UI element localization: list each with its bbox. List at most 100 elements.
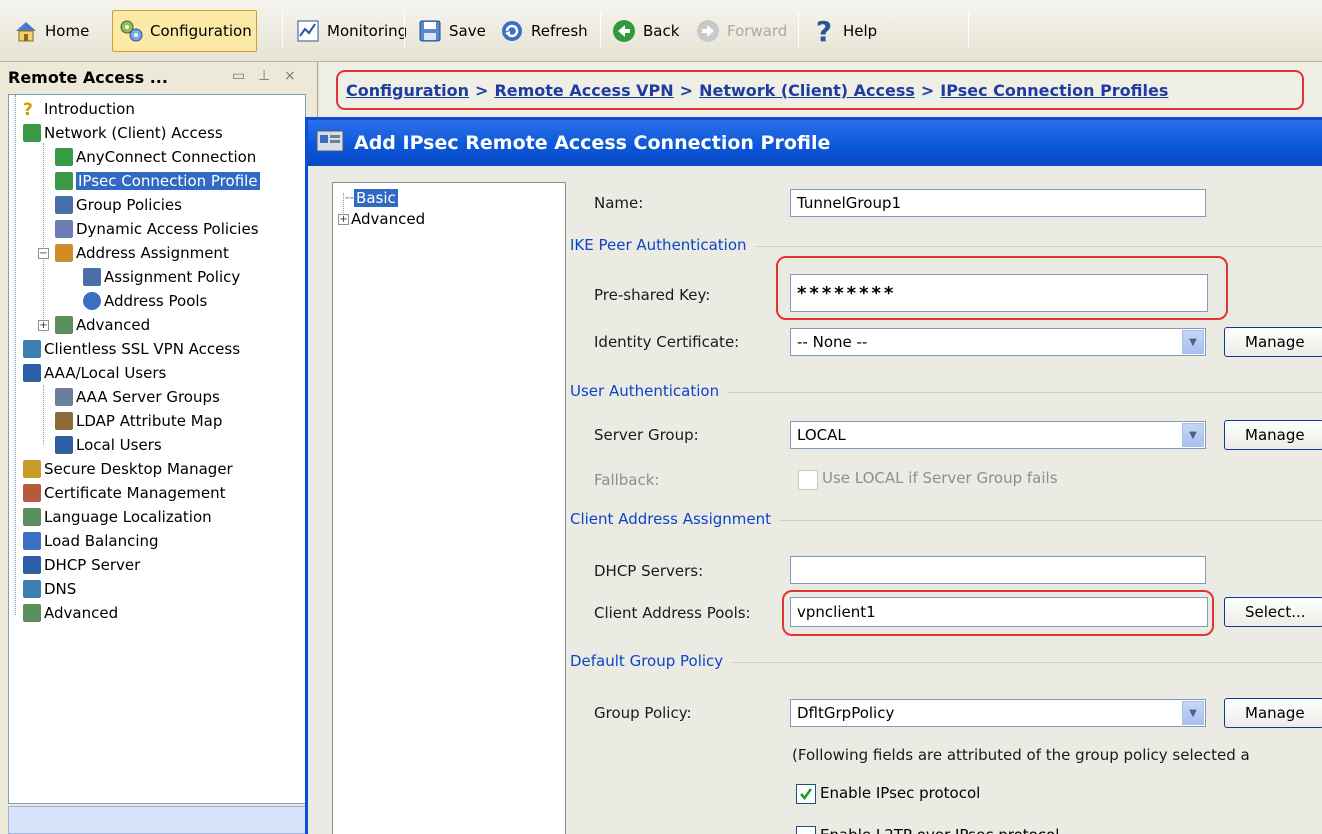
chevron-down-icon: ▼ [1182, 330, 1204, 354]
tree-item-label: Advanced [76, 316, 151, 334]
tree-item-advanced[interactable]: Advanced [55, 313, 150, 337]
enable-l2tp-checkbox[interactable] [796, 826, 816, 834]
tree-item-local-users[interactable]: Local Users [55, 433, 162, 457]
tree-item-introduction[interactable]: ? Introduction [23, 97, 135, 121]
tree-item-label: Introduction [44, 100, 135, 118]
enable-ipsec-checkbox[interactable] [796, 784, 816, 804]
collapse-toggle[interactable]: − [38, 248, 49, 259]
connection-icon [55, 172, 73, 190]
tree-item-label: AAA Server Groups [76, 388, 220, 406]
tree-item-aaa-server-groups[interactable]: AAA Server Groups [55, 385, 220, 409]
tree-item-dynamic-access-policies[interactable]: Dynamic Access Policies [55, 217, 259, 241]
advanced-icon [23, 604, 41, 622]
dns-icon [23, 580, 41, 598]
tree-item-clientless-ssl-vpn[interactable]: Clientless SSL VPN Access [23, 337, 240, 361]
toolbar-divider [404, 12, 405, 48]
name-field[interactable]: TunnelGroup1 [790, 189, 1206, 217]
tree-item-address-pools[interactable]: Address Pools [83, 289, 207, 313]
ike-peer-auth-group-title: IKE Peer Authentication [570, 236, 755, 254]
default-gp-group-title: Default Group Policy [570, 652, 732, 670]
nav-panel-title: Remote Access ... [8, 67, 168, 87]
help-icon: ? [23, 100, 33, 120]
save-button[interactable]: Save [412, 10, 490, 52]
dhcp-icon [23, 556, 41, 574]
manage-group-policy-button[interactable]: Manage [1224, 698, 1322, 728]
dhcp-servers-label: DHCP Servers: [594, 562, 704, 580]
dialog-title-bar[interactable]: Add IPsec Remote Access Connection Profi… [308, 120, 1322, 166]
breadcrumb-separator: > [920, 80, 935, 100]
language-icon [23, 508, 41, 526]
tree-item-ldap-attribute-map[interactable]: LDAP Attribute Map [55, 409, 222, 433]
breadcrumb: Configuration > Remote Access VPN > Netw… [336, 70, 1304, 110]
dialog-tree-label: Advanced [351, 210, 426, 228]
breadcrumb-network-client-access[interactable]: Network (Client) Access [699, 81, 915, 100]
dhcp-servers-field[interactable] [790, 556, 1206, 584]
psk-field[interactable]: ******** [790, 274, 1208, 312]
help-icon: ? [815, 14, 833, 48]
tree-item-aaa-local-users[interactable]: AAA/Local Users [23, 361, 166, 385]
tree-item-label: Certificate Management [44, 484, 226, 502]
back-button[interactable]: Back [606, 10, 683, 52]
breadcrumb-configuration[interactable]: Configuration [346, 81, 469, 100]
pin-icon[interactable]: ⊥ [258, 68, 270, 84]
dialog-title: Add IPsec Remote Access Connection Profi… [354, 132, 831, 154]
identity-cert-select[interactable]: -- None -- ▼ [790, 328, 1206, 356]
manage-cert-button[interactable]: Manage [1224, 327, 1322, 357]
configuration-button[interactable]: Configuration [112, 10, 257, 52]
manage-server-group-button[interactable]: Manage [1224, 420, 1322, 450]
dialog-nav-tree: ╌ Basic + Advanced [332, 182, 566, 834]
nav-panel-header: Remote Access ... ▭ ⊥ × [0, 62, 318, 92]
tree-item-secure-desktop-manager[interactable]: Secure Desktop Manager [23, 457, 233, 481]
tree-item-ipsec-connection-profiles[interactable]: IPsec Connection Profile [55, 169, 260, 193]
user-auth-group-title: User Authentication [570, 382, 728, 400]
tree-line [43, 385, 44, 445]
help-button[interactable]: ? Help [806, 10, 881, 52]
server-group-select[interactable]: LOCAL ▼ [790, 421, 1206, 449]
save-icon [416, 17, 444, 45]
expand-toggle[interactable]: + [338, 214, 349, 225]
breadcrumb-remote-access-vpn[interactable]: Remote Access VPN [494, 81, 673, 100]
select-pools-button[interactable]: Select... [1224, 597, 1322, 627]
configuration-icon [117, 17, 145, 45]
help-label: Help [843, 22, 878, 40]
refresh-button[interactable]: Refresh [494, 10, 592, 52]
tree-item-label: Load Balancing [44, 532, 159, 550]
tree-item-group-policies[interactable]: Group Policies [55, 193, 182, 217]
tree-line [15, 95, 16, 615]
dialog-tree-item-advanced[interactable]: Advanced [351, 208, 425, 230]
forward-arrow-icon [694, 17, 722, 45]
tree-item-anyconnect-connection[interactable]: AnyConnect Connection [55, 145, 256, 169]
tree-item-label: Assignment Policy [104, 268, 241, 286]
client-pools-field[interactable]: vpnclient1 [790, 597, 1208, 627]
users-icon [23, 364, 41, 382]
tree-item-label: AAA/Local Users [44, 364, 167, 382]
close-icon[interactable]: × [284, 68, 296, 84]
home-button[interactable]: Home [8, 10, 93, 52]
monitoring-icon [294, 17, 322, 45]
tree-item-certificate-management[interactable]: Certificate Management [23, 481, 226, 505]
enable-l2tp-label: Enable L2TP over IPsec protocol [820, 826, 1059, 834]
tree-item-network-client-access[interactable]: Network (Client) Access [23, 121, 223, 145]
forward-button[interactable]: Forward [690, 10, 791, 52]
tree-item-dns[interactable]: DNS [23, 577, 76, 601]
tree-item-label: Advanced [44, 604, 119, 622]
tree-item-label: Clientless SSL VPN Access [44, 340, 241, 358]
monitoring-button[interactable]: Monitoring [290, 10, 411, 52]
expand-toggle[interactable]: + [38, 320, 49, 331]
tree-item-advanced-root[interactable]: Advanced [23, 601, 118, 625]
group-policy-select[interactable]: DfltGrpPolicy ▼ [790, 699, 1206, 727]
restore-icon[interactable]: ▭ [232, 68, 245, 84]
tree-item-assignment-policy[interactable]: Assignment Policy [83, 265, 240, 289]
breadcrumb-ipsec-connection-profiles[interactable]: IPsec Connection Profiles [940, 81, 1168, 100]
dialog-body: ╌ Basic + Advanced Name: TunnelGroup1 IK… [308, 166, 1322, 834]
tree-item-label: Network (Client) Access [44, 124, 223, 142]
fallback-checkbox[interactable] [798, 470, 818, 490]
tree-item-dhcp-server[interactable]: DHCP Server [23, 553, 140, 577]
nav-horizontal-scrollbar[interactable] [8, 806, 306, 834]
group-policy-note: (Following fields are attributed of the … [792, 746, 1250, 764]
dialog-tree-item-basic[interactable]: ╌ Basic [345, 187, 398, 209]
tree-item-load-balancing[interactable]: Load Balancing [23, 529, 159, 553]
tree-item-language-localization[interactable]: Language Localization [23, 505, 212, 529]
toolbar-divider [282, 12, 283, 48]
tree-item-address-assignment[interactable]: Address Assignment [55, 241, 229, 265]
